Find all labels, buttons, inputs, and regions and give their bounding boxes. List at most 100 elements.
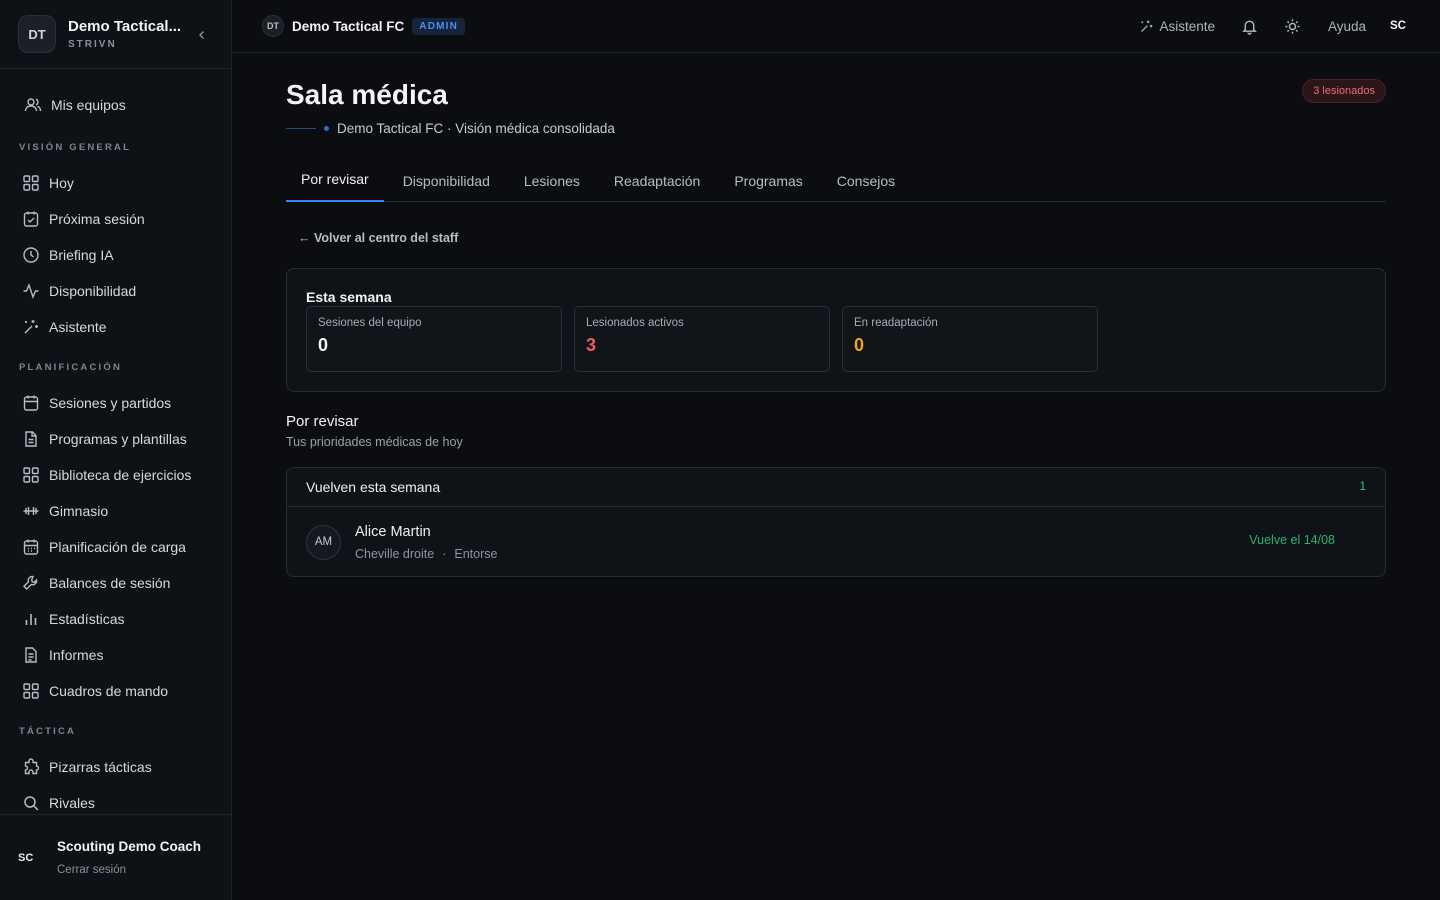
back-to-staff-link[interactable]: ← Volver al centro del staff bbox=[298, 231, 458, 245]
sidebar-item-label: Informes bbox=[49, 647, 104, 663]
this-week-card: Esta semana Sesiones del equipo 0 Lesion… bbox=[286, 268, 1386, 392]
sidebar-item-asistente[interactable]: Asistente bbox=[0, 309, 231, 345]
grid-icon bbox=[22, 174, 40, 192]
player-name: Alice Martin bbox=[355, 523, 431, 540]
tab-readaptacion[interactable]: Readaptación bbox=[599, 160, 715, 202]
calendar-grid-icon bbox=[22, 538, 40, 556]
stat-value: 0 bbox=[318, 335, 329, 355]
review-subtitle: Tus prioridades médicas de hoy bbox=[286, 435, 463, 449]
sidebar-item-mis-equipos[interactable]: Mis equipos bbox=[0, 85, 231, 125]
tab-lesiones[interactable]: Lesiones bbox=[509, 160, 595, 202]
sidebar-item-label: Asistente bbox=[49, 319, 107, 335]
tab-por-revisar[interactable]: Por revisar bbox=[286, 160, 384, 202]
sidebar-item-label: Cuadros de mando bbox=[49, 683, 169, 699]
calendar-check-icon bbox=[22, 210, 40, 228]
sidebar-item-label: Biblioteca de ejercicios bbox=[49, 467, 192, 483]
section-planificacion: PLANIFICACIÓN bbox=[19, 361, 123, 373]
assistant-button[interactable]: Asistente bbox=[1139, 19, 1215, 34]
section-vision-general: VISIÓN GENERAL bbox=[19, 141, 132, 153]
this-week-title: Esta semana bbox=[306, 289, 392, 305]
list-title: Vuelven esta semana bbox=[306, 479, 441, 495]
grid-icon bbox=[22, 466, 40, 484]
returning-list: Vuelven esta semana 1 AM Alice Martin Ch… bbox=[286, 467, 1386, 577]
sidebar-item-label: Balances de sesión bbox=[49, 575, 171, 591]
assistant-label: Asistente bbox=[1159, 18, 1215, 34]
sidebar-item-label: Estadísticas bbox=[49, 611, 125, 627]
sidebar-item-briefing-ia[interactable]: Briefing IA bbox=[0, 237, 231, 273]
team-name: Demo Tactical... bbox=[68, 18, 182, 35]
sidebar: DT Demo Tactical... STRIVN Mis equipos V… bbox=[0, 0, 232, 900]
injured-count-badge: 3 lesionados bbox=[1302, 79, 1386, 103]
injury-area: Cheville droite bbox=[355, 546, 435, 561]
team-subtitle: STRIVN bbox=[68, 39, 117, 50]
sidebar-item-sesiones-partidos[interactable]: Sesiones y partidos bbox=[0, 385, 231, 421]
sidebar-item-label: Sesiones y partidos bbox=[49, 395, 172, 411]
team-logo: DT bbox=[18, 15, 56, 53]
sidebar-item-disponibilidad[interactable]: Disponibilidad bbox=[0, 273, 231, 309]
topbar-team-name[interactable]: Demo Tactical FC bbox=[292, 19, 404, 34]
activity-icon bbox=[22, 282, 40, 300]
page-title: Sala médica bbox=[286, 79, 448, 110]
section-tactica: TÁCTICA bbox=[19, 725, 77, 737]
sidebar-header[interactable]: DT Demo Tactical... STRIVN bbox=[0, 0, 231, 69]
user-menu-avatar[interactable]: SC bbox=[1390, 20, 1406, 32]
sidebar-item-label: Gimnasio bbox=[49, 503, 109, 519]
user-footer: SC Scouting Demo Coach Cerrar sesión bbox=[0, 814, 231, 900]
sidebar-item-label: Hoy bbox=[49, 175, 74, 191]
user-name: Scouting Demo Coach bbox=[57, 839, 202, 854]
logout-link[interactable]: Cerrar sesión bbox=[57, 864, 201, 876]
sidebar-item-hoy[interactable]: Hoy bbox=[0, 165, 231, 201]
sidebar-item-label: Mis equipos bbox=[51, 97, 126, 113]
sidebar-item-informes[interactable]: Informes bbox=[0, 637, 231, 673]
sidebar-item-programas-plantillas[interactable]: Programas y plantillas bbox=[0, 421, 231, 457]
list-item[interactable]: AM Alice Martin Cheville droite · Entors… bbox=[287, 507, 1385, 577]
tab-programas[interactable]: Programas bbox=[719, 160, 817, 202]
collapse-sidebar-icon[interactable] bbox=[197, 30, 207, 40]
sidebar-item-gimnasio[interactable]: Gimnasio bbox=[0, 493, 231, 529]
sidebar-item-label: Planificación de carga bbox=[49, 539, 186, 555]
sparkles-icon bbox=[22, 318, 40, 336]
tab-disponibilidad[interactable]: Disponibilidad bbox=[388, 160, 505, 202]
sidebar-nav: Mis equipos VISIÓN GENERAL Hoy Próxima s… bbox=[0, 69, 231, 821]
sidebar-item-biblioteca-ejercicios[interactable]: Biblioteca de ejercicios bbox=[0, 457, 231, 493]
dumbbell-icon bbox=[22, 502, 40, 520]
sidebar-item-balances-sesion[interactable]: Balances de sesión bbox=[0, 565, 231, 601]
avatar: AM bbox=[306, 524, 341, 560]
sidebar-item-estadisticas[interactable]: Estadísticas bbox=[0, 601, 231, 637]
tab-consejos[interactable]: Consejos bbox=[822, 160, 910, 202]
sidebar-item-proxima-sesion[interactable]: Próxima sesión bbox=[0, 201, 231, 237]
list-count: 1 bbox=[1359, 481, 1366, 493]
clock-icon bbox=[22, 246, 40, 264]
injury-type: Entorse bbox=[454, 546, 498, 561]
sidebar-item-label: Programas y plantillas bbox=[49, 431, 187, 447]
sidebar-item-pizarras-tacticas[interactable]: Pizarras tácticas bbox=[0, 749, 231, 785]
file-icon bbox=[22, 430, 40, 448]
review-title: Por revisar bbox=[286, 413, 359, 430]
tab-bar: Por revisar Disponibilidad Lesiones Read… bbox=[286, 160, 1386, 202]
role-badge: ADMIN bbox=[412, 17, 466, 35]
help-link[interactable]: Ayuda bbox=[1328, 19, 1366, 34]
sidebar-item-label: Briefing IA bbox=[49, 247, 114, 263]
topbar-team-logo: DT bbox=[262, 15, 284, 37]
bar-chart-icon bbox=[22, 610, 40, 628]
sidebar-item-planificacion-carga[interactable]: Planificación de carga bbox=[0, 529, 231, 565]
search-icon bbox=[22, 794, 40, 812]
stat-label: Lesionados activos bbox=[586, 317, 684, 329]
wrench-icon bbox=[22, 574, 40, 592]
stat-lesionados-activos: Lesionados activos 3 bbox=[574, 306, 830, 372]
meta-separator: · bbox=[442, 546, 447, 561]
users-icon bbox=[24, 96, 42, 114]
sidebar-item-label: Disponibilidad bbox=[49, 283, 137, 299]
avatar[interactable]: SC bbox=[18, 852, 50, 864]
stat-sesiones-equipo: Sesiones del equipo 0 bbox=[306, 306, 562, 372]
stat-value: 0 bbox=[854, 335, 865, 355]
stat-label: En readaptación bbox=[854, 317, 938, 329]
list-header: Vuelven esta semana 1 bbox=[287, 468, 1385, 507]
stat-en-readaptacion: En readaptación 0 bbox=[842, 306, 1098, 372]
puzzle-icon bbox=[22, 758, 40, 776]
sun-icon[interactable] bbox=[1284, 18, 1301, 35]
subtitle-dot bbox=[324, 126, 329, 131]
bell-icon[interactable] bbox=[1241, 18, 1258, 35]
sidebar-item-cuadros-mando[interactable]: Cuadros de mando bbox=[0, 673, 231, 709]
sidebar-item-label: Próxima sesión bbox=[49, 211, 145, 227]
